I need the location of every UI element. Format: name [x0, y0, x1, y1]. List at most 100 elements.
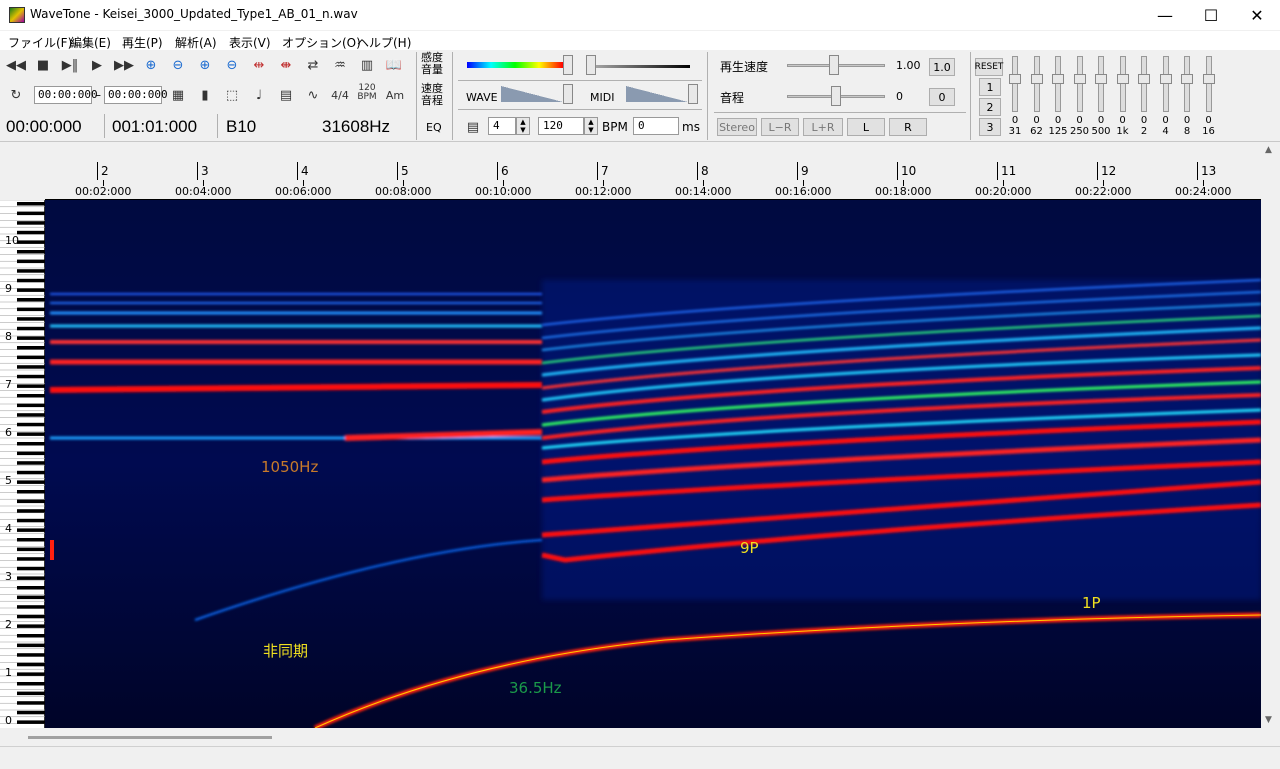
shrink-h-icon[interactable]: ⇼	[275, 54, 297, 76]
horizontal-scroll-thumb[interactable]	[28, 736, 272, 739]
speed-reset-button[interactable]: 1.0	[929, 58, 955, 76]
color-scale-thumb[interactable]	[563, 55, 573, 75]
eq-band-slider[interactable]	[1033, 56, 1040, 112]
wave-gain-ramp[interactable]	[501, 86, 563, 102]
eq-band-thumb[interactable]	[1138, 74, 1150, 84]
volume-thumb[interactable]	[586, 55, 596, 75]
pitch-thumb[interactable]	[831, 86, 841, 106]
l-plus-r-button[interactable]: L+R	[803, 118, 843, 136]
zoom-in-h-icon[interactable]: ⊕	[140, 54, 162, 76]
eq-band-thumb[interactable]	[1116, 74, 1129, 84]
title-bar: WaveTone - Keisei_3000_Updated_Type1_AB_…	[0, 0, 1280, 30]
eq-band-thumb[interactable]	[1073, 74, 1086, 84]
eq-band-slider[interactable]	[1141, 56, 1147, 112]
pitch-reset-button[interactable]: 0	[929, 88, 955, 106]
eq-band-thumb[interactable]	[1181, 74, 1193, 84]
menu-view[interactable]: 表示(V)	[229, 34, 271, 51]
timeline-ruler[interactable]: 2 3 4 5 6 7 8 9 10 11 12 13 00:02:000 00:04:000 00:06:…	[45, 143, 1261, 200]
waveform-icon[interactable]: ♒	[329, 54, 351, 76]
menu-options[interactable]: オプション(O)	[282, 34, 361, 51]
pause-play-icon[interactable]: ▶‖	[59, 54, 81, 76]
eq-band-slider[interactable]	[1012, 56, 1018, 112]
marker-icon[interactable]: ▮	[194, 84, 216, 106]
speed-thumb[interactable]	[829, 55, 839, 75]
expand-h-icon[interactable]: ⇹	[248, 54, 270, 76]
vertical-scrollbar[interactable]: ▲ ▼	[1261, 143, 1280, 729]
menu-play[interactable]: 再生(P)	[122, 34, 163, 51]
midi-gain-ramp[interactable]	[626, 86, 688, 102]
rewind-icon[interactable]: ◀◀	[5, 54, 27, 76]
midi-gain-thumb[interactable]	[688, 84, 698, 104]
eq-band-thumb[interactable]	[1159, 74, 1172, 84]
chord-icon[interactable]: Am	[384, 84, 406, 106]
eq-band-slider[interactable]	[1205, 56, 1212, 112]
repeat-icon[interactable]: ↻	[5, 84, 27, 106]
menu-help[interactable]: ヘルプ(H)	[357, 34, 411, 51]
minimize-button[interactable]: —	[1142, 0, 1188, 30]
spectrum-icon[interactable]: ▥	[356, 54, 378, 76]
beats-spinner[interactable]: ▲ ▼	[516, 117, 530, 135]
eq-preset-1-button[interactable]: 1	[979, 78, 1001, 96]
eq-band-slider[interactable]	[1184, 56, 1190, 112]
book-icon[interactable]: 📖	[383, 54, 405, 76]
eq-band-freq: 62	[1030, 126, 1043, 137]
select-icon[interactable]: ⬚	[221, 84, 243, 106]
eq-band-slider[interactable]	[1162, 56, 1169, 112]
eq-preset-3-button[interactable]: 3	[979, 118, 1001, 136]
close-button[interactable]: ✕	[1234, 0, 1280, 30]
eq-band-freq: 1k	[1116, 126, 1129, 137]
l-minus-r-button[interactable]: L−R	[761, 118, 799, 136]
curve-icon[interactable]: ∿	[302, 84, 324, 106]
eq-band-thumb[interactable]	[1009, 74, 1021, 84]
stop-icon[interactable]: ■	[32, 54, 54, 76]
right-channel-button[interactable]: R	[889, 118, 927, 136]
eq-band-thumb[interactable]	[1095, 74, 1107, 84]
play-icon[interactable]: ▶	[86, 54, 108, 76]
time-signature-icon[interactable]: 4/4	[329, 84, 351, 106]
time-label: 00:20:000	[975, 185, 1032, 198]
menu-file[interactable]: ファイル(F)	[8, 34, 72, 51]
beats-field[interactable]: 4	[488, 117, 516, 135]
eq-band-thumb[interactable]	[1202, 74, 1215, 84]
note-icon[interactable]: ♩	[248, 84, 270, 106]
eq-band-slider[interactable]	[1119, 56, 1126, 112]
eq-band-thumb[interactable]	[1030, 74, 1043, 84]
piano-keyboard[interactable]: 10 9 8 7 6 5 4 3 2 1 0	[0, 199, 45, 728]
menu-analyze[interactable]: 解析(A)	[175, 34, 217, 51]
horizontal-scrollbar[interactable]	[0, 729, 1261, 746]
wave-gain-thumb[interactable]	[563, 84, 573, 104]
eq-reset-button[interactable]: RESET	[975, 58, 1003, 76]
grid-icon[interactable]: ▤	[275, 84, 297, 106]
menu-edit[interactable]: 編集(E)	[70, 34, 111, 51]
zoom-out-v-icon[interactable]: ⊖	[221, 54, 243, 76]
bpm-spinner[interactable]: ▲ ▼	[584, 117, 598, 135]
scroll-down-icon[interactable]: ▼	[1265, 715, 1272, 725]
scroll-up-icon[interactable]: ▲	[1265, 145, 1272, 155]
layout-icon[interactable]: ▦	[167, 84, 189, 106]
bpm-icon[interactable]: 120 BPM	[356, 82, 378, 104]
eq-band-slider[interactable]	[1076, 56, 1083, 112]
loop-arrows-icon[interactable]: ⇄	[302, 54, 324, 76]
beats-grid-icon[interactable]: ▤	[462, 116, 484, 138]
bpm-field[interactable]: 120	[538, 117, 584, 135]
left-channel-button[interactable]: L	[847, 118, 885, 136]
zoom-in-v-icon[interactable]: ⊕	[194, 54, 216, 76]
maximize-button[interactable]: ☐	[1188, 0, 1234, 30]
eq-preset-2-button[interactable]: 2	[979, 98, 1001, 116]
eq-band-gain: 0	[1162, 115, 1169, 126]
spectrogram-view[interactable]: 1050Hz 9P 1P 非同期 36.5Hz	[45, 200, 1261, 728]
stereo-button[interactable]: Stereo	[717, 118, 757, 136]
volume-track[interactable]	[592, 65, 690, 68]
eq-band-freq: 16	[1202, 126, 1215, 137]
range-end-field[interactable]: 00:00:000	[104, 86, 168, 104]
window-title: WaveTone - Keisei_3000_Updated_Type1_AB_…	[30, 7, 358, 21]
time-label: 00:14:000	[675, 185, 732, 198]
eq-band-thumb[interactable]	[1052, 74, 1064, 84]
eq-band-slider[interactable]	[1098, 56, 1104, 112]
pitch-value: 0	[896, 90, 903, 103]
fast-forward-icon[interactable]: ▶▶	[113, 54, 135, 76]
eq-band-slider[interactable]	[1055, 56, 1061, 112]
range-start-field[interactable]: 00:00:000	[34, 86, 98, 104]
zoom-out-h-icon[interactable]: ⊖	[167, 54, 189, 76]
offset-ms-field[interactable]: 0	[633, 117, 679, 135]
